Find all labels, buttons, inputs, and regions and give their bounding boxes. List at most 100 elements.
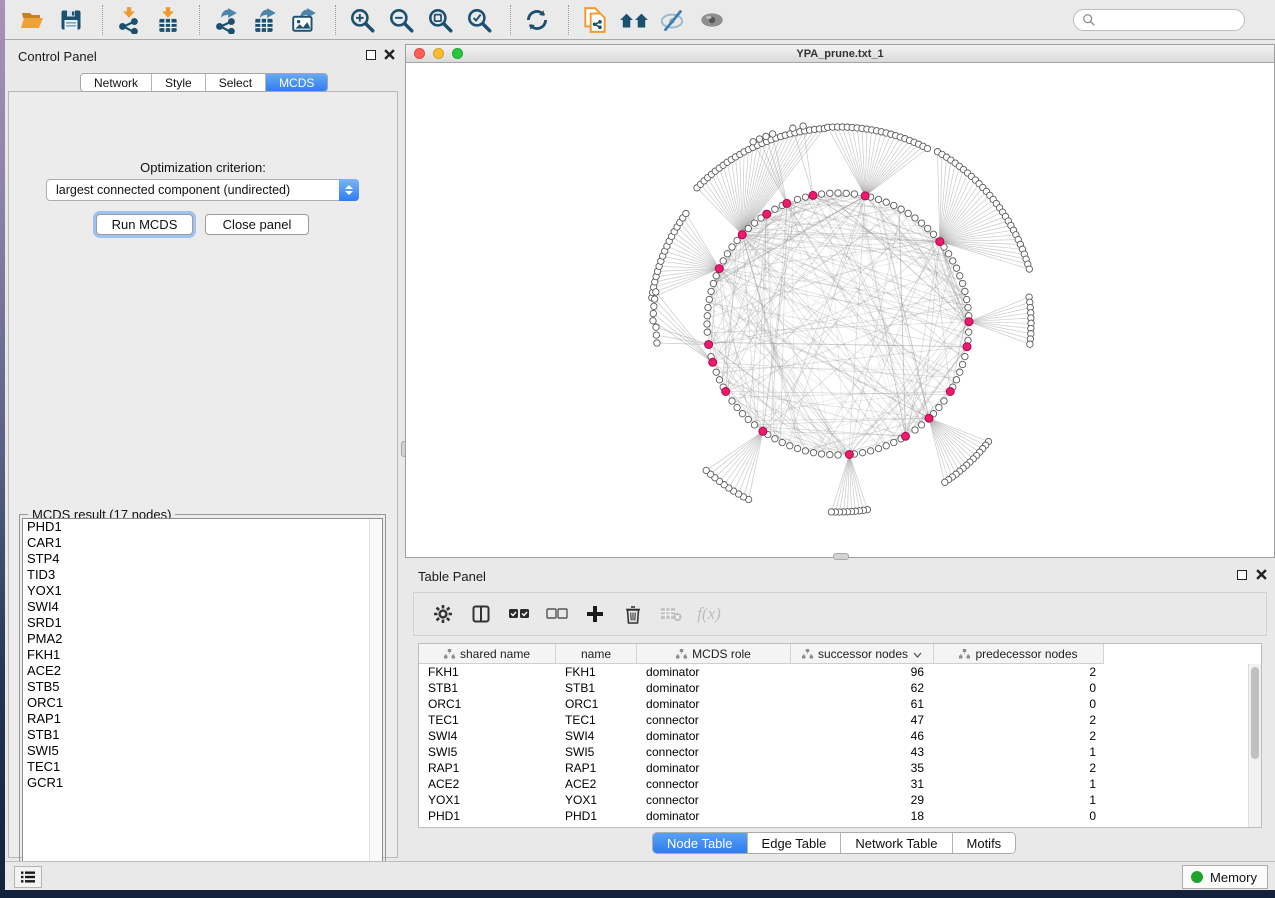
network-node-mcds[interactable] <box>759 427 767 435</box>
network-node[interactable] <box>652 296 658 302</box>
optimization-criterion-select[interactable]: largest connected component (undirected) <box>46 179 359 201</box>
tab-style[interactable]: Style <box>152 74 206 91</box>
deselect-all-icon[interactable] <box>542 600 572 628</box>
column-header-predecessor-nodes[interactable]: predecessor nodes <box>934 644 1104 664</box>
network-node[interactable] <box>810 450 816 456</box>
network-node[interactable] <box>704 321 710 327</box>
zoom-selected-icon[interactable] <box>462 6 496 34</box>
select-all-icon[interactable] <box>504 600 534 628</box>
mcds-result-item[interactable]: PHD1 <box>23 519 382 535</box>
memory-button[interactable]: Memory <box>1182 865 1268 889</box>
network-node[interactable] <box>653 289 659 295</box>
network-node[interactable] <box>1027 341 1033 347</box>
network-node[interactable] <box>654 340 660 346</box>
close-panel-icon[interactable] <box>1256 569 1267 580</box>
network-node[interactable] <box>867 448 873 454</box>
network-node[interactable] <box>936 404 942 410</box>
network-node[interactable] <box>827 452 833 458</box>
mcds-result-item[interactable]: ACE2 <box>23 663 382 679</box>
network-node[interactable] <box>959 280 965 286</box>
network-node[interactable] <box>827 190 833 196</box>
network-node[interactable] <box>965 304 971 310</box>
network-node[interactable] <box>751 220 757 226</box>
mcds-result-scrollbar[interactable] <box>369 519 382 880</box>
network-node[interactable] <box>802 194 808 200</box>
network-node[interactable] <box>942 479 948 485</box>
network-node[interactable] <box>763 133 769 139</box>
network-node-mcds[interactable] <box>783 199 791 207</box>
show-all-icon[interactable] <box>695 6 729 34</box>
mcds-result-item[interactable]: PMA2 <box>23 631 382 647</box>
network-node[interactable] <box>779 439 785 445</box>
network-node[interactable] <box>800 123 806 129</box>
network-node[interactable] <box>941 398 947 404</box>
column-header-name[interactable]: name <box>556 644 637 664</box>
network-node[interactable] <box>883 199 889 205</box>
network-node[interactable] <box>729 244 735 250</box>
network-node-mcds[interactable] <box>722 388 730 396</box>
network-node[interactable] <box>794 445 800 451</box>
network-node[interactable] <box>818 191 824 197</box>
mcds-result-item[interactable]: GCR1 <box>23 775 382 791</box>
float-panel-icon[interactable] <box>366 50 376 60</box>
network-node[interactable] <box>966 329 972 335</box>
search-input[interactable] <box>1096 13 1236 27</box>
table-row[interactable]: SWI4SWI4dominator462 <box>419 728 1248 744</box>
tab-node-table[interactable]: Node Table <box>653 833 748 853</box>
network-node[interactable] <box>734 404 740 410</box>
network-node[interactable] <box>653 324 659 330</box>
table-scrollbar-thumb[interactable] <box>1251 667 1259 759</box>
mcds-result-item[interactable]: ORC1 <box>23 695 382 711</box>
task-history-button[interactable] <box>14 866 42 888</box>
network-node[interactable] <box>835 452 841 458</box>
network-node[interactable] <box>704 313 710 319</box>
mcds-result-item[interactable]: STB1 <box>23 727 382 743</box>
tab-network[interactable]: Network <box>81 74 152 91</box>
network-node[interactable] <box>828 509 834 515</box>
network-node-mcds[interactable] <box>965 318 973 326</box>
network-node[interactable] <box>724 251 730 257</box>
tab-edge-table[interactable]: Edge Table <box>748 833 842 853</box>
table-row[interactable]: TEC1TEC1connector472 <box>419 712 1248 728</box>
table-row[interactable]: STB1STB1dominator620 <box>419 680 1248 696</box>
tab-motifs[interactable]: Motifs <box>953 833 1016 853</box>
network-node[interactable] <box>790 125 796 131</box>
network-node[interactable] <box>787 443 793 449</box>
network-node-mcds[interactable] <box>936 238 944 246</box>
network-node[interactable] <box>918 422 924 428</box>
network-node[interactable] <box>772 206 778 212</box>
network-node[interactable] <box>769 131 775 137</box>
import-network-icon[interactable] <box>112 6 146 34</box>
horizontal-split-handle[interactable] <box>833 553 849 560</box>
tab-mcds[interactable]: MCDS <box>266 74 327 91</box>
network-node-mcds[interactable] <box>809 191 817 199</box>
table-row[interactable]: PHD1PHD1dominator180 <box>419 808 1248 824</box>
network-node[interactable] <box>772 436 778 442</box>
network-node[interactable] <box>745 416 751 422</box>
network-node[interactable] <box>875 196 881 202</box>
network-node[interactable] <box>962 353 968 359</box>
table-settings-gear-icon[interactable] <box>428 600 458 628</box>
network-node[interactable] <box>650 318 656 324</box>
network-node[interactable] <box>705 304 711 310</box>
table-row[interactable]: ORC1ORC1dominator610 <box>419 696 1248 712</box>
table-row[interactable]: YOX1YOX1connector291 <box>419 792 1248 808</box>
network-node[interactable] <box>945 251 951 257</box>
network-node[interactable] <box>708 288 714 294</box>
network-node[interactable] <box>716 377 722 383</box>
network-node[interactable] <box>794 196 800 202</box>
network-node[interactable] <box>734 237 740 243</box>
network-graph[interactable] <box>406 63 1274 557</box>
network-node[interactable] <box>950 258 956 264</box>
network-node[interactable] <box>964 296 970 302</box>
table-scrollbar[interactable] <box>1248 664 1261 827</box>
network-node[interactable] <box>1026 266 1032 272</box>
mcds-result-item[interactable]: SRD1 <box>23 615 382 631</box>
network-node[interactable] <box>751 422 757 428</box>
network-node-mcds[interactable] <box>738 231 746 239</box>
mcds-result-item[interactable]: TID3 <box>23 567 382 583</box>
hide-selected-icon[interactable] <box>656 6 690 34</box>
float-panel-icon[interactable] <box>1237 570 1247 580</box>
network-node[interactable] <box>802 448 808 454</box>
network-node[interactable] <box>650 310 656 316</box>
